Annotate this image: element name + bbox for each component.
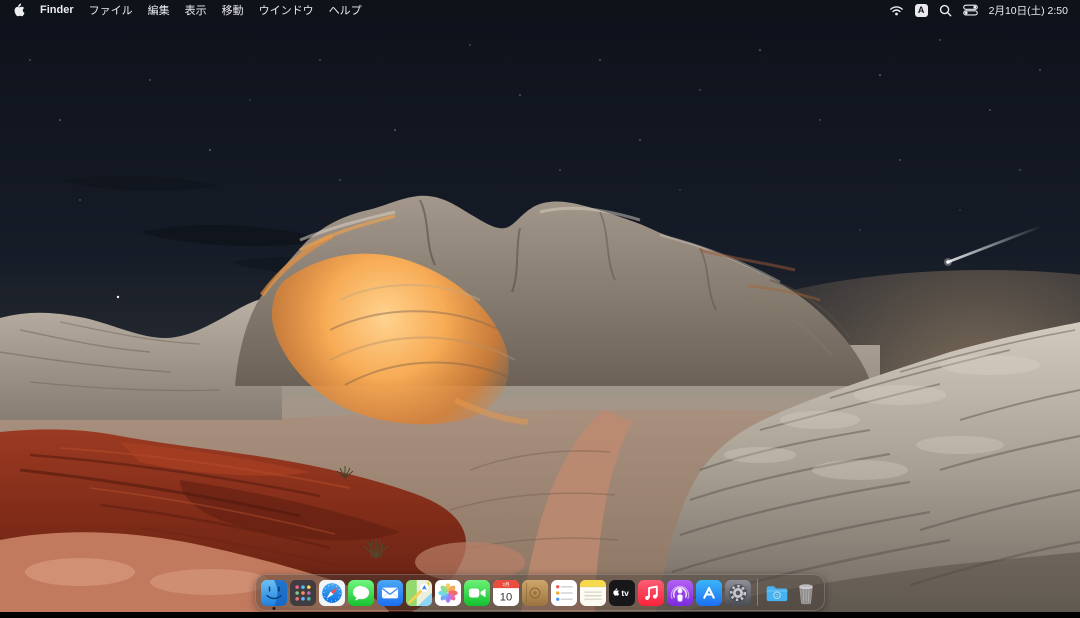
dock-item-folder[interactable]: [764, 580, 790, 606]
photos-icon: [435, 580, 461, 606]
dock-item-notes[interactable]: [580, 580, 606, 606]
control-center-icon: [963, 4, 978, 16]
control-center[interactable]: [963, 4, 978, 16]
ime-label: A: [918, 5, 925, 15]
spotlight-search[interactable]: [939, 4, 952, 17]
apple-tv-icon: tv: [609, 580, 635, 606]
podcasts-icon: [667, 580, 693, 606]
dock-item-messages[interactable]: [348, 580, 374, 606]
dock-item-mail[interactable]: [377, 580, 403, 606]
gear-icon: [725, 580, 751, 606]
dock-item-calendar[interactable]: 2月 10: [493, 580, 519, 606]
menu-bar-left: Finder ファイル 編集 表示 移動 ウインドウ ヘルプ: [12, 2, 362, 18]
maps-icon: [406, 580, 432, 606]
search-icon: [939, 4, 952, 17]
menu-item-edit[interactable]: 編集: [148, 2, 170, 18]
dock-item-contacts[interactable]: [522, 580, 548, 606]
contacts-icon: [522, 580, 548, 606]
apple-logo-icon: [12, 3, 25, 18]
menu-bar-status: A 2月10日(土) 2:50: [889, 3, 1068, 18]
dock-item-music[interactable]: [638, 580, 664, 606]
wifi-status[interactable]: [889, 4, 904, 16]
menu-item-view[interactable]: 表示: [185, 2, 207, 18]
menu-item-window[interactable]: ウインドウ: [259, 2, 314, 18]
calendar-icon: 2月 10: [493, 580, 519, 606]
apple-menu[interactable]: [12, 3, 25, 18]
calendar-day-label: 10: [500, 591, 512, 603]
facetime-icon: [464, 580, 490, 606]
dock-item-safari[interactable]: [319, 580, 345, 606]
mail-icon: [377, 580, 403, 606]
menu-bar-clock[interactable]: 2月10日(土) 2:50: [989, 3, 1068, 18]
reminders-icon: [551, 580, 577, 606]
music-icon: [638, 580, 664, 606]
dock-item-reminders[interactable]: [551, 580, 577, 606]
folder-icon: [764, 580, 790, 606]
menu-item-help[interactable]: ヘルプ: [329, 2, 362, 18]
menu-bar: Finder ファイル 編集 表示 移動 ウインドウ ヘルプ A: [0, 0, 1080, 20]
dock-item-podcasts[interactable]: [667, 580, 693, 606]
menu-item-go[interactable]: 移動: [222, 2, 244, 18]
notes-icon: [580, 580, 606, 606]
finder-icon: [261, 580, 287, 606]
active-app-name[interactable]: Finder: [40, 4, 74, 16]
menu-item-file[interactable]: ファイル: [89, 2, 133, 18]
dock-item-photos[interactable]: [435, 580, 461, 606]
bottom-letterbox: [0, 612, 1080, 618]
messages-icon: [348, 580, 374, 606]
dock-item-finder[interactable]: [261, 580, 287, 606]
trash-icon: [793, 580, 819, 606]
dock-item-system-settings[interactable]: [725, 580, 751, 606]
desktop-screen: Finder ファイル 編集 表示 移動 ウインドウ ヘルプ A: [0, 0, 1080, 618]
dock-item-trash[interactable]: [793, 580, 819, 606]
wifi-icon: [889, 4, 904, 16]
running-indicator: [273, 607, 276, 610]
dock-item-maps[interactable]: [406, 580, 432, 606]
dock: 2月 10: [255, 574, 825, 611]
dock-divider: [757, 579, 758, 606]
app-store-icon: [696, 580, 722, 606]
dock-item-launchpad[interactable]: [290, 580, 316, 606]
safari-icon: [319, 580, 345, 606]
dock-item-tv[interactable]: tv: [609, 580, 635, 606]
dock-item-app-store[interactable]: [696, 580, 722, 606]
input-source-menu[interactable]: A: [915, 4, 928, 17]
tv-label: tv: [621, 587, 629, 597]
launchpad-icon: [290, 580, 316, 606]
desktop-wallpaper: [0, 0, 1080, 618]
dock-item-facetime[interactable]: [464, 580, 490, 606]
